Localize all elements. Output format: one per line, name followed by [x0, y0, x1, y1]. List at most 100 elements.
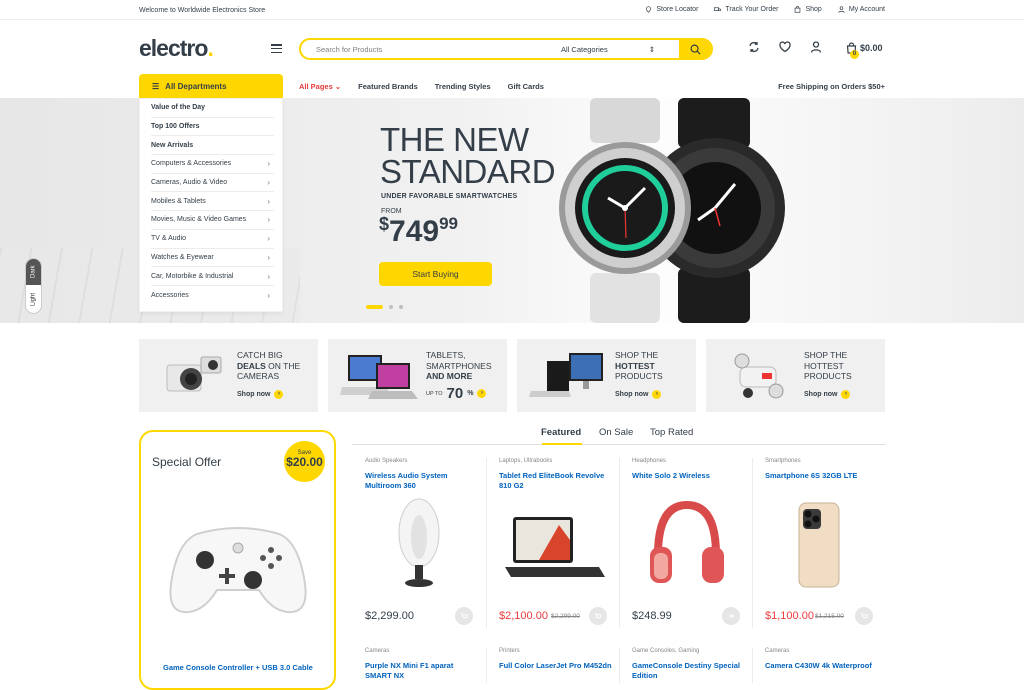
- tab-top-rated[interactable]: Top Rated: [650, 427, 693, 438]
- department-item[interactable]: Mobiles & Tablets ›: [151, 192, 274, 212]
- nav-all-pages[interactable]: All Pages ⌄: [299, 82, 341, 91]
- product-category[interactable]: Game Consoles, Gaming: [632, 648, 699, 654]
- compare-icon[interactable]: [748, 41, 760, 53]
- department-item[interactable]: Movies, Music & Video Games ›: [151, 211, 274, 230]
- top-bar: Welcome to Worldwide Electronics Store S…: [0, 0, 1024, 20]
- product-name[interactable]: GameConsole Destiny Special Edition: [632, 661, 747, 680]
- store-locator-link[interactable]: Store Locator: [645, 6, 698, 13]
- product-card[interactable]: Headphones White Solo 2 Wireless $248.99: [619, 458, 752, 628]
- theme-toggle[interactable]: Dark Light: [25, 258, 42, 314]
- smartphone-image: [798, 502, 840, 588]
- category-select[interactable]: All Categories ⇕: [553, 45, 663, 54]
- promo-tablets[interactable]: TABLETS, SMARTPHONES AND MORE UP TO 70% ›: [328, 339, 507, 412]
- search-icon: [690, 44, 701, 55]
- product-category[interactable]: Laptops, Ultrabooks: [499, 458, 552, 464]
- product-card[interactable]: Cameras Camera C430W 4k Waterproof: [752, 648, 885, 683]
- menu-icon[interactable]: [271, 44, 282, 54]
- tab-on-sale[interactable]: On Sale: [599, 427, 633, 438]
- product-name[interactable]: Smartphone 6S 32GB LTE: [765, 471, 880, 481]
- department-item[interactable]: New Arrivals: [151, 136, 274, 156]
- add-to-cart-button[interactable]: [855, 607, 873, 625]
- product-old-price: $2,299.00: [551, 613, 580, 620]
- chevron-right-icon: ›: [267, 234, 270, 244]
- product-card[interactable]: Game Consoles, Gaming GameConsole Destin…: [619, 648, 752, 683]
- nav-trending-styles[interactable]: Trending Styles: [435, 82, 491, 91]
- track-order-link[interactable]: Track Your Order: [714, 6, 778, 13]
- product-category[interactable]: Cameras: [365, 648, 389, 654]
- bag-icon: [795, 6, 801, 13]
- search-input[interactable]: Search for Products: [301, 45, 553, 54]
- product-category[interactable]: Headphones: [632, 458, 666, 464]
- product-price: $2,100.00: [499, 610, 548, 622]
- product-name[interactable]: Tablet Red EliteBook Revolve 810 G2: [499, 471, 614, 490]
- add-to-cart-button[interactable]: [455, 607, 473, 625]
- search-bar: Search for Products All Categories ⇕: [299, 38, 713, 60]
- department-item[interactable]: Car, Motorbike & Industrial ›: [151, 267, 274, 286]
- light-mode-option[interactable]: Light: [26, 286, 41, 313]
- product-category[interactable]: Cameras: [765, 648, 789, 654]
- shop-now-link[interactable]: Shop now ›: [615, 390, 662, 399]
- promo-drones[interactable]: SHOP THE HOTTEST PRODUCTS Shop now ›: [706, 339, 885, 412]
- product-category[interactable]: Printers: [499, 648, 520, 654]
- discount-badge[interactable]: UP TO 70% ›: [426, 385, 487, 402]
- chevron-right-icon: ›: [267, 271, 270, 281]
- department-item[interactable]: Value of the Day: [151, 99, 274, 118]
- cart-button[interactable]: 0 $0.00: [846, 42, 883, 59]
- site-logo[interactable]: electro.: [139, 35, 214, 62]
- map-pin-icon: [646, 6, 652, 13]
- nav-gift-cards[interactable]: Gift Cards: [508, 82, 544, 91]
- all-departments-button[interactable]: ☰ All Departments: [139, 74, 283, 98]
- product-card[interactable]: Smartphones Smartphone 6S 32GB LTE $1,10…: [752, 458, 885, 628]
- search-button[interactable]: [679, 40, 711, 58]
- slider-dot-2[interactable]: [389, 305, 393, 309]
- start-buying-button[interactable]: Start Buying: [379, 262, 492, 286]
- heart-icon[interactable]: [779, 41, 791, 53]
- product-category[interactable]: Smartphones: [765, 458, 801, 464]
- promo-cameras[interactable]: CATCH BIG DEALS ON THE CAMERAS Shop now ›: [139, 339, 318, 412]
- shop-link[interactable]: Shop: [794, 6, 822, 13]
- product-card[interactable]: Audio Speakers Wireless Audio System Mul…: [353, 458, 486, 628]
- promo-text: CATCH BIG DEALS ON THE CAMERAS: [237, 350, 301, 381]
- department-label: Top 100 Offers: [151, 123, 200, 131]
- product-card[interactable]: Laptops, Ultrabooks Tablet Red EliteBook…: [486, 458, 619, 628]
- department-item[interactable]: Top 100 Offers: [151, 118, 274, 137]
- shop-now-link[interactable]: Shop now ›: [237, 390, 284, 399]
- slider-dot-3[interactable]: [399, 305, 403, 309]
- chevron-right-icon: ›: [267, 215, 270, 225]
- save-badge: Save $20.00: [284, 441, 325, 482]
- view-options-button[interactable]: [722, 607, 740, 625]
- tab-featured[interactable]: Featured: [541, 427, 581, 438]
- game-controller-image: [169, 527, 307, 614]
- department-item[interactable]: Accessories ›: [151, 286, 274, 305]
- camera-image: [166, 356, 222, 392]
- promo-computers[interactable]: SHOP THE HOTTEST PRODUCTS Shop now ›: [517, 339, 696, 412]
- special-offer-card[interactable]: Special Offer Save $20.00 Game Console C…: [139, 430, 336, 690]
- add-to-cart-button[interactable]: [589, 607, 607, 625]
- department-item[interactable]: Cameras, Audio & Video ›: [151, 174, 274, 193]
- product-name[interactable]: White Solo 2 Wireless: [632, 471, 747, 481]
- product-name[interactable]: Wireless Audio System Multiroom 360: [365, 471, 480, 490]
- list-icon: ☰: [152, 81, 160, 91]
- product-card[interactable]: Printers Full Color LaserJet Pro M452dn: [486, 648, 619, 683]
- product-card[interactable]: Cameras Purple NX Mini F1 aparat SMART N…: [353, 648, 486, 683]
- slider-dot-1[interactable]: [366, 305, 383, 309]
- nav-featured-brands[interactable]: Featured Brands: [358, 82, 418, 91]
- dark-mode-option[interactable]: Dark: [26, 259, 41, 285]
- special-offer-product-name[interactable]: Game Console Controller + USB 3.0 Cable: [163, 663, 313, 672]
- product-name[interactable]: Purple NX Mini F1 aparat SMART NX: [365, 661, 480, 680]
- product-category[interactable]: Audio Speakers: [365, 458, 407, 464]
- department-item[interactable]: Watches & Eyewear ›: [151, 249, 274, 268]
- cart-icon: [460, 613, 468, 619]
- cart-total: $0.00: [860, 43, 883, 53]
- product-name[interactable]: Full Color LaserJet Pro M452dn: [499, 661, 614, 671]
- free-shipping-notice: Free Shipping on Orders $50+: [778, 82, 885, 91]
- product-name[interactable]: Camera C430W 4k Waterproof: [765, 661, 880, 671]
- my-account-link[interactable]: My Account: [838, 6, 885, 13]
- chevron-right-icon: ›: [267, 159, 270, 169]
- chevron-down-icon: ⌄: [334, 82, 342, 91]
- shop-now-link[interactable]: Shop now ›: [804, 390, 851, 399]
- department-item[interactable]: Computers & Accessories ›: [151, 155, 274, 174]
- slider-dots: [366, 305, 403, 309]
- account-icon[interactable]: [810, 41, 822, 53]
- department-item[interactable]: TV & Audio ›: [151, 230, 274, 249]
